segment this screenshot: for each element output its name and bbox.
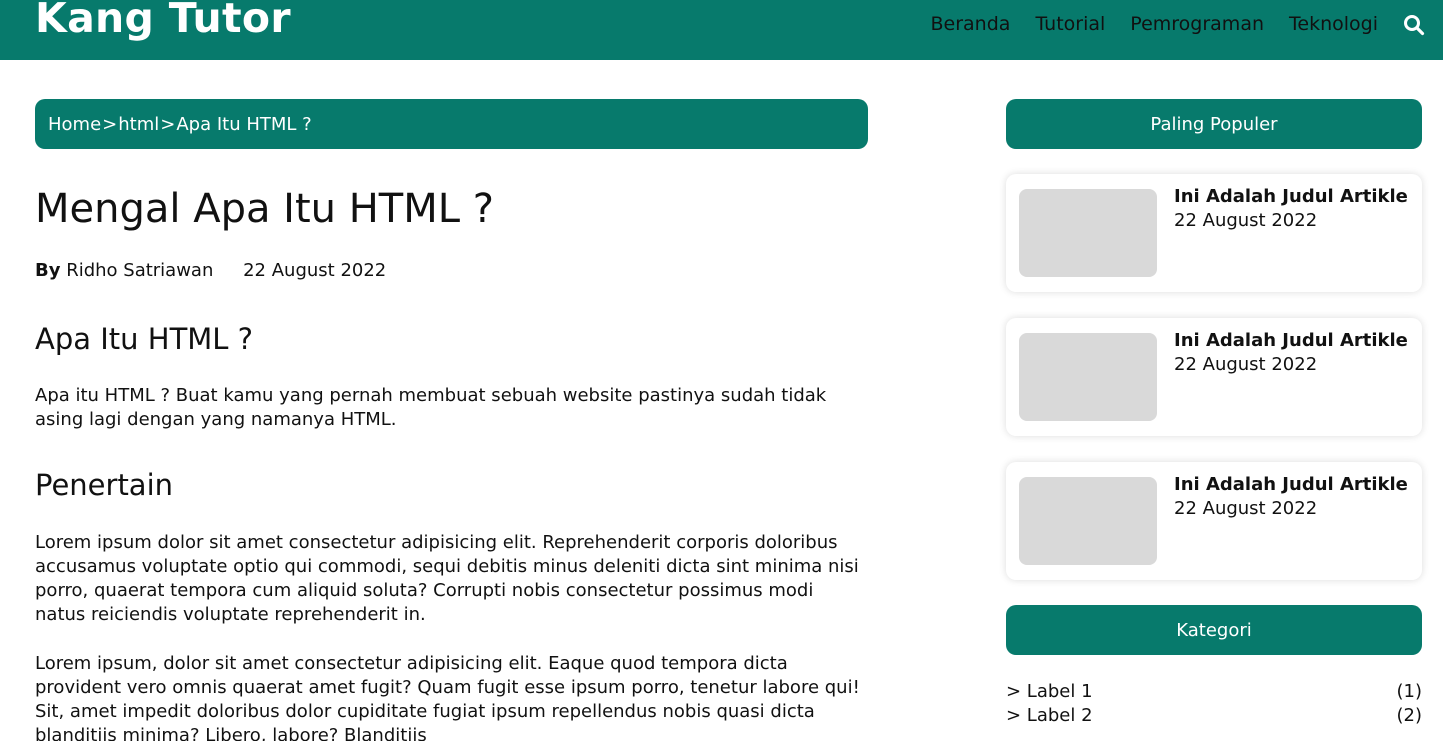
- category-count: (2): [1396, 705, 1423, 726]
- category-count: (1): [1396, 681, 1423, 702]
- post-thumbnail[interactable]: [1019, 477, 1157, 565]
- search-icon[interactable]: [1403, 14, 1425, 36]
- popular-post-card[interactable]: Ini Adalah Judul Artikle 22 August 2022: [1006, 462, 1422, 580]
- author-label: By: [35, 260, 61, 281]
- nav-teknologi[interactable]: Teknologi: [1289, 13, 1378, 35]
- site-header: Kang Tutor Beranda Tutorial Pemrograman …: [0, 0, 1443, 60]
- popular-post-date: 22 August 2022: [1174, 498, 1318, 519]
- popular-post-title[interactable]: Ini Adalah Judul Artikle: [1174, 186, 1408, 207]
- popular-post-card[interactable]: Ini Adalah Judul Artikle 22 August 2022: [1006, 174, 1422, 292]
- category-item[interactable]: > Label 2 (2): [1006, 705, 1422, 726]
- nav-pemrograman[interactable]: Pemrograman: [1130, 13, 1264, 35]
- post-thumbnail[interactable]: [1019, 189, 1157, 277]
- popular-post-title[interactable]: Ini Adalah Judul Artikle: [1174, 330, 1408, 351]
- breadcrumb-separator: >: [160, 113, 176, 135]
- post-date: 22 August 2022: [243, 260, 387, 281]
- nav-tutorial[interactable]: Tutorial: [1035, 13, 1105, 35]
- popular-post-title[interactable]: Ini Adalah Judul Artikle: [1174, 474, 1408, 495]
- section-heading: Apa Itu HTML ?: [35, 322, 254, 356]
- category-label[interactable]: > Label 1: [1006, 681, 1093, 702]
- breadcrumb-separator: >: [102, 113, 118, 135]
- main-nav: Beranda Tutorial Pemrograman Teknologi: [906, 13, 1426, 36]
- section-heading: Penertain: [35, 468, 174, 502]
- breadcrumb-html[interactable]: html: [118, 114, 159, 135]
- popular-post-date: 22 August 2022: [1174, 354, 1318, 375]
- page-title: Mengal Apa Itu HTML ?: [35, 186, 494, 232]
- popular-post-card[interactable]: Ini Adalah Judul Artikle 22 August 2022: [1006, 318, 1422, 436]
- post-meta: By Ridho Satriawan 22 August 2022: [35, 260, 386, 281]
- section-paragraph: Apa itu HTML ? Buat kamu yang pernah mem…: [35, 385, 827, 430]
- breadcrumb: Home > html > Apa Itu HTML ?: [35, 99, 868, 149]
- category-heading: Kategori: [1006, 605, 1422, 655]
- popular-post-date: 22 August 2022: [1174, 210, 1318, 231]
- popular-heading: Paling Populer: [1006, 99, 1422, 149]
- nav-beranda[interactable]: Beranda: [931, 13, 1011, 35]
- author-name[interactable]: Ridho Satriawan: [66, 260, 213, 281]
- section-paragraph: Lorem ipsum dolor sit amet consectetur a…: [35, 532, 859, 625]
- category-label[interactable]: > Label 2: [1006, 705, 1093, 726]
- site-brand[interactable]: Kang Tutor: [35, 0, 291, 42]
- breadcrumb-home[interactable]: Home: [48, 114, 101, 135]
- breadcrumb-current: Apa Itu HTML ?: [176, 113, 312, 135]
- section-paragraph: Lorem ipsum, dolor sit amet consectetur …: [35, 653, 860, 741]
- category-item[interactable]: > Label 1 (1): [1006, 681, 1422, 702]
- post-thumbnail[interactable]: [1019, 333, 1157, 421]
